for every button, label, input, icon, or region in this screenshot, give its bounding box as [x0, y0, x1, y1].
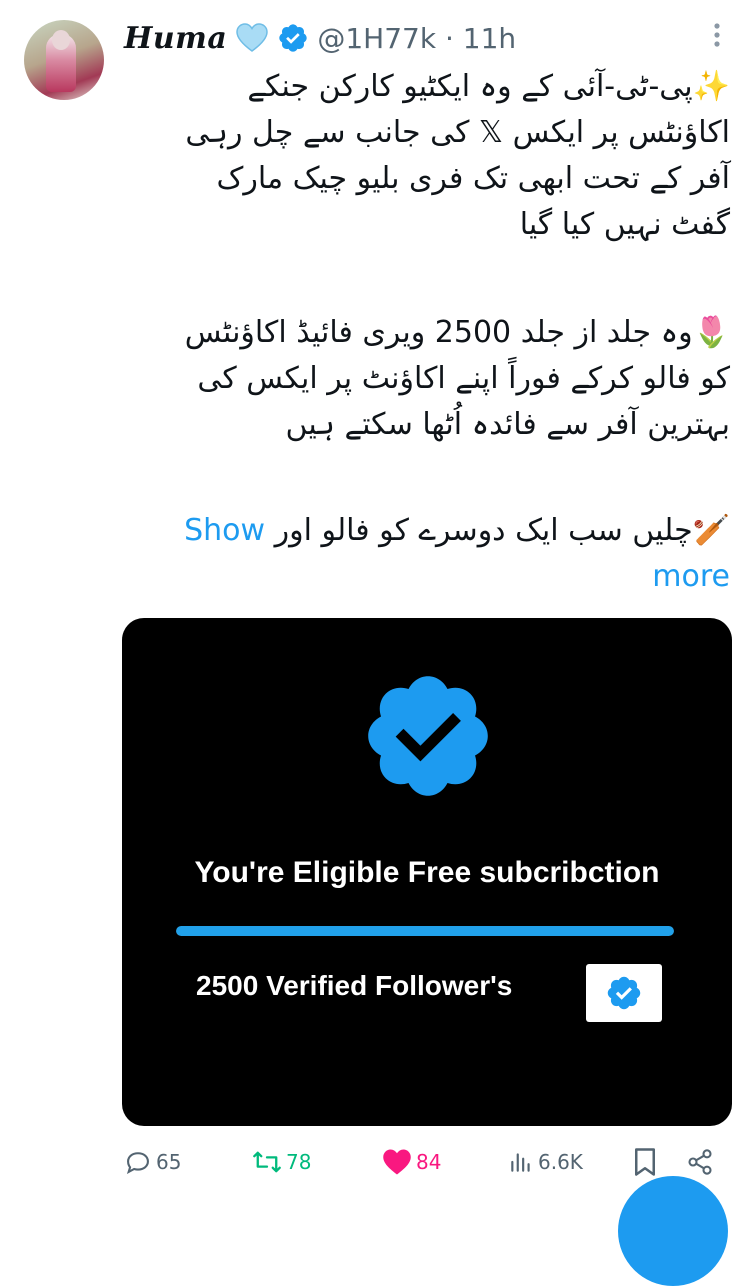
- handle-and-time[interactable]: @1H77k · 11h: [317, 22, 516, 55]
- tweet-media-image[interactable]: You're Eligible Free subcribction 2500 V…: [122, 618, 732, 1126]
- avatar-head: [52, 30, 70, 50]
- tweet-line: 🌷وہ جلد از جلد 2500 ویری فائیڈ اکاؤنٹس: [184, 315, 730, 350]
- views-button[interactable]: 6.6K: [508, 1142, 583, 1182]
- avatar[interactable]: [24, 20, 104, 100]
- checkmark-icon: [586, 964, 662, 1022]
- followers-text: 2500 Verified Follower's: [196, 970, 513, 1001]
- share-icon: [686, 1148, 714, 1176]
- bookmark-icon: [632, 1147, 658, 1177]
- retweet-button[interactable]: 78: [252, 1142, 311, 1182]
- retweet-count: 78: [286, 1150, 312, 1174]
- compose-button[interactable]: [618, 1176, 728, 1286]
- heart-emoji-icon: [235, 22, 269, 54]
- tweet-paragraph-2: 🌷وہ جلد از جلد 2500 ویری فائیڈ اکاؤنٹس ک…: [124, 310, 730, 448]
- verified-badge-icon: [358, 666, 498, 806]
- tweet-paragraph-1: ✨پی-ٹی-آئی کے وہ ایکٹیو کارکن جنکے اکاؤن…: [124, 64, 730, 248]
- tweet-line-with-show-more: 🏏چلیں سب ایک دوسرے کو فالو اور Show: [124, 508, 730, 554]
- show-more-link[interactable]: Show: [184, 513, 265, 548]
- display-name[interactable]: Huma: [124, 21, 227, 56]
- tweet-line: بہترین آفر سے فائدہ اُٹھا سکتے ہیں: [285, 407, 731, 442]
- progress-bar-fill: [176, 926, 674, 936]
- tweet-header: Huma @1H77k · 11h: [124, 16, 516, 60]
- like-count: 84: [416, 1150, 442, 1174]
- reply-icon: [124, 1148, 152, 1176]
- retweet-icon: [252, 1148, 282, 1176]
- tweet-paragraph-3: 🏏چلیں سب ایک دوسرے کو فالو اور Show more: [124, 508, 730, 600]
- tweet-line: اکاؤنٹس پر ایکس 𝕏 کی جانب سے چل رہی: [185, 115, 730, 150]
- share-button[interactable]: [686, 1142, 714, 1182]
- show-more-link[interactable]: more: [124, 554, 730, 600]
- tweet-line: گفٹ نہیں کیا گیا: [519, 207, 730, 242]
- views-icon: [508, 1149, 534, 1175]
- verified-icon: [277, 22, 309, 54]
- reply-button[interactable]: 65: [124, 1142, 181, 1182]
- tweet-line: ✨پی-ٹی-آئی کے وہ ایکٹیو کارکن جنکے: [247, 69, 730, 104]
- progress-bar: [176, 926, 674, 936]
- more-icon[interactable]: [704, 22, 730, 48]
- like-button[interactable]: 84: [382, 1142, 441, 1182]
- tweet-actions: 65 78 84 6.6K: [124, 1142, 728, 1182]
- tweet-line: 🏏چلیں سب ایک دوسرے کو فالو اور: [274, 513, 730, 548]
- tweet-line: کو فالو کرکے فوراً اپنے اکاؤنٹ پر ایکس ک…: [197, 361, 730, 396]
- tweet-line: آفر کے تحت ابھی تک فری بلیو چیک مارک: [216, 161, 730, 196]
- bookmark-button[interactable]: [632, 1142, 658, 1182]
- views-count: 6.6K: [538, 1150, 583, 1174]
- eligible-text: You're Eligible Free subcribction: [194, 856, 660, 889]
- like-icon: [382, 1148, 412, 1176]
- reply-count: 65: [156, 1150, 182, 1174]
